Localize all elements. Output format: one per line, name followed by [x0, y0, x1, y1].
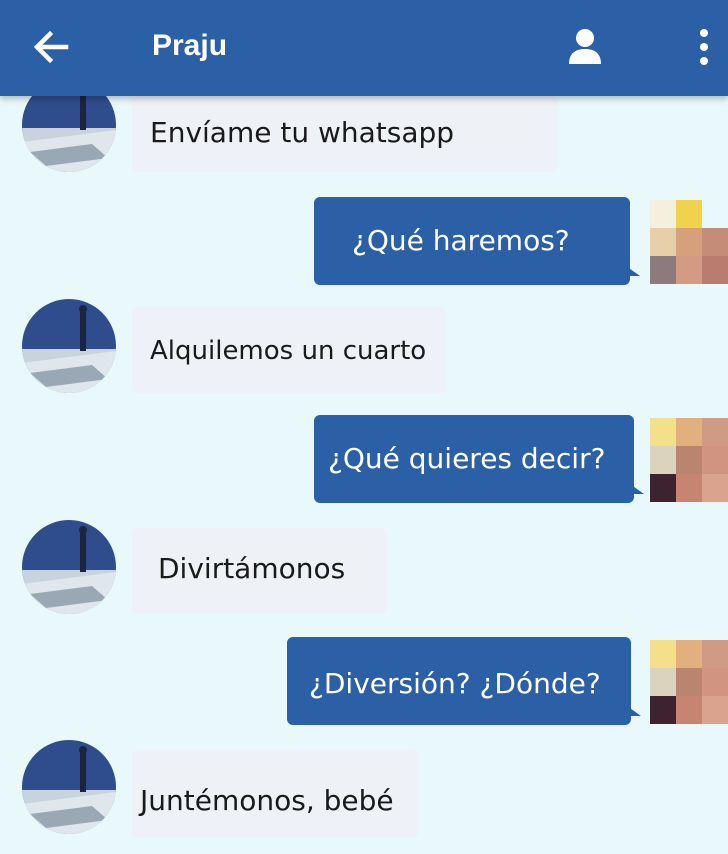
- message-bubble-incoming[interactable]: Divirtámonos: [132, 528, 387, 614]
- message-text: Juntémonos, bebé: [140, 784, 394, 817]
- message-bubble-outgoing[interactable]: ¿Diversión? ¿Dónde?: [287, 637, 631, 725]
- message-text: ¿Diversión? ¿Dónde?: [309, 667, 601, 700]
- bubble-tail: [630, 484, 644, 494]
- message-bubble-incoming[interactable]: Alquilemos un cuarto: [132, 307, 446, 393]
- bubble-tail: [627, 706, 641, 716]
- message-text: ¿Qué quieres decir?: [328, 442, 606, 475]
- person-icon[interactable]: [565, 26, 605, 66]
- app-bar: Praju: [0, 0, 728, 96]
- chat-thread[interactable]: Envíame tu whatsapp ¿Qué haremos? Alquil…: [0, 0, 728, 854]
- message-text: Envíame tu whatsapp: [150, 116, 455, 149]
- message-bubble-outgoing[interactable]: ¿Qué quieres decir?: [314, 415, 634, 503]
- contact-avatar[interactable]: [22, 520, 116, 614]
- message-bubble-outgoing[interactable]: ¿Qué haremos?: [314, 197, 630, 285]
- user-avatar-blurred[interactable]: [650, 418, 728, 502]
- user-avatar-blurred[interactable]: [650, 640, 728, 724]
- more-vertical-icon[interactable]: [690, 24, 718, 70]
- message-bubble-incoming[interactable]: Envíame tu whatsapp: [132, 96, 558, 172]
- message-text: Alquilemos un cuarto: [150, 336, 427, 366]
- message-text: ¿Qué haremos?: [352, 224, 570, 257]
- back-arrow-icon[interactable]: [28, 24, 74, 70]
- contact-avatar[interactable]: [22, 299, 116, 393]
- contact-avatar[interactable]: [22, 740, 116, 834]
- bubble-tail: [626, 266, 640, 276]
- message-bubble-incoming[interactable]: Juntémonos, bebé: [132, 750, 418, 838]
- message-text: Divirtámonos: [158, 552, 346, 585]
- user-avatar-blurred[interactable]: [650, 200, 728, 284]
- conversation-title: Praju: [152, 29, 228, 62]
